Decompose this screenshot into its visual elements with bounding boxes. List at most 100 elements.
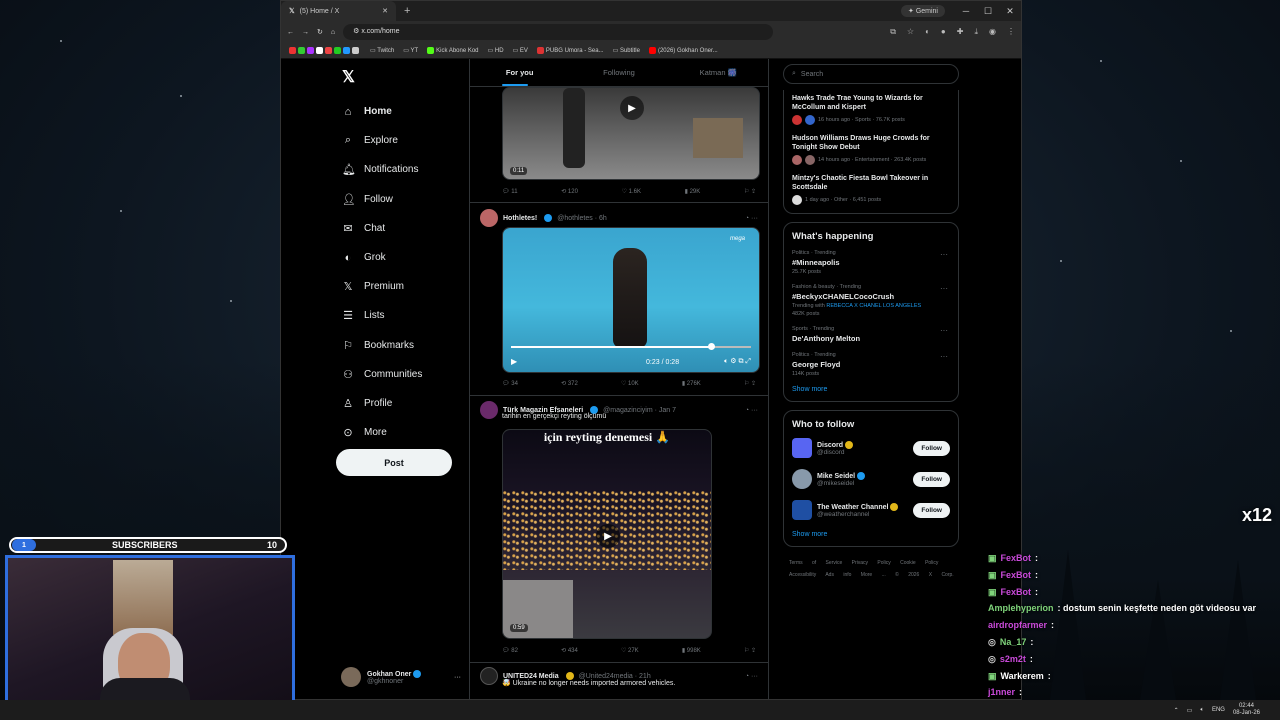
footer-links[interactable]: Terms of Service Privacy Policy Cookie P…	[783, 557, 959, 581]
reply-button[interactable]: 💬︎ 11	[502, 188, 518, 195]
bookmark-share-buttons[interactable]: ⚐ ⇪	[744, 380, 756, 387]
minimize-icon[interactable]: ─	[955, 6, 977, 16]
nav-item-premium[interactable]: 𝕏 Premium	[336, 272, 471, 301]
account-switcher[interactable]: Gokhan Oner @gkhnoner ···	[341, 667, 461, 687]
trend-item[interactable]: Fashion & beauty · Trending #BeckyxCHANE…	[792, 284, 950, 317]
follow-button[interactable]: Follow	[913, 471, 950, 487]
post-button[interactable]: Post	[336, 449, 452, 476]
like-button[interactable]: ♡ 27K	[621, 647, 639, 654]
extension-icon[interactable]: ◐	[925, 27, 930, 37]
nav-item-chat[interactable]: ✉ Chat	[336, 214, 471, 243]
bookmark-youtube[interactable]: (2026) Gokhan Oner...	[648, 46, 718, 54]
follow-button[interactable]: Follow	[913, 440, 950, 456]
more-dots-icon[interactable]: ···	[940, 326, 948, 335]
follow-button[interactable]: Follow	[913, 502, 950, 518]
play-icon[interactable]: ▶	[620, 96, 644, 120]
nav-item-home[interactable]: ⌂ Home	[336, 97, 471, 126]
nav-item-follow[interactable]: 👤︎ Follow	[336, 185, 471, 214]
video-scrubber[interactable]	[708, 343, 715, 350]
like-button[interactable]: ♡ 1.6K	[622, 188, 641, 195]
cast-icon[interactable]: ⧉	[890, 27, 896, 37]
follow-suggestion[interactable]: The Weather Channel @weatherchannel Follo…	[792, 500, 950, 520]
repost-button[interactable]: ⟲ 434	[561, 647, 578, 654]
avatar[interactable]	[480, 401, 498, 419]
views-button[interactable]: ▮ 998K	[682, 647, 701, 654]
follow-suggestion[interactable]: Mike Seidel @mikeseidel Follow	[792, 469, 950, 489]
nav-item-more[interactable]: ⊙ More	[336, 418, 471, 447]
repost-button[interactable]: ⟲ 372	[561, 380, 578, 387]
news-item[interactable]: Mintzy's Chaotic Fiesta Bowl Takeover in…	[792, 174, 950, 205]
search-input[interactable]: ⌕ Search	[783, 64, 959, 84]
grok-and-more-icons[interactable]: ◔ ···	[745, 407, 758, 414]
url-field[interactable]: ⚙ x.com/home	[343, 24, 774, 40]
more-dots-icon[interactable]: ···	[940, 284, 948, 293]
language-indicator[interactable]: ENG	[1212, 707, 1225, 713]
extensions-puzzle-icon[interactable]: ✚	[957, 27, 964, 37]
nav-item-notifications[interactable]: 🔔︎ Notifications	[336, 155, 471, 184]
reload-icon[interactable]: ↻	[317, 28, 323, 36]
views-button[interactable]: ▮ 276K	[682, 380, 701, 387]
nav-item-explore[interactable]: ⌕ Explore	[336, 126, 471, 155]
tray-chevron-icon[interactable]: ⌃	[1174, 707, 1179, 714]
trend-item[interactable]: Politics · Trending George Floyd 114K po…	[792, 352, 950, 377]
avatar[interactable]	[480, 667, 498, 685]
reply-button[interactable]: 💬︎ 34	[502, 380, 518, 387]
tweet-video[interactable]: için reyting denemesi 🙏 ▶ 0:59	[502, 429, 712, 639]
nav-item-bookmarks[interactable]: ⚐ Bookmarks	[336, 331, 471, 360]
bookmark-star-icon[interactable]: ☆	[907, 27, 914, 37]
reply-button[interactable]: 💬︎ 82	[502, 647, 518, 654]
nav-item-communities[interactable]: ⚇ Communities	[336, 360, 471, 389]
menu-kebab-icon[interactable]: ⋮	[1007, 27, 1015, 37]
bookmark-pubg[interactable]: PUBG Umora - Sea...	[536, 46, 604, 54]
grok-and-more-icons[interactable]: ◔ ···	[745, 673, 758, 680]
nav-item-profile[interactable]: ♙ Profile	[336, 389, 471, 418]
nav-item-grok[interactable]: ◐ Grok	[336, 243, 471, 272]
tab-following[interactable]: Following	[569, 59, 668, 86]
browser-tab[interactable]: 𝕏 (5) Home / X ✕	[281, 1, 396, 21]
new-tab-icon[interactable]: +	[404, 5, 410, 17]
maximize-icon[interactable]: ☐	[977, 6, 999, 17]
more-dots-icon[interactable]: ···	[940, 250, 948, 259]
grok-and-more-icons[interactable]: ◔ ···	[745, 215, 758, 222]
show-more-link[interactable]: Show more	[792, 386, 950, 393]
back-icon[interactable]: ←	[287, 29, 294, 36]
video-controls-icons[interactable]: 🔈︎ ⚙ ⧉ ⤢	[724, 357, 751, 366]
tweet-video[interactable]: ▶ 0:11	[502, 87, 760, 180]
x-logo-icon[interactable]: 𝕏	[342, 67, 471, 87]
follow-suggestion[interactable]: Discord @discord Follow	[792, 438, 950, 458]
repost-button[interactable]: ⟲ 120	[561, 188, 578, 195]
tab-katman[interactable]: Katman 🎆	[669, 59, 768, 86]
home-icon[interactable]: ⌂	[331, 29, 335, 36]
more-dots-icon[interactable]: ···	[940, 352, 948, 361]
bookmark-folder-yt[interactable]: ▭ YT	[403, 47, 418, 54]
play-icon[interactable]: ▶	[596, 524, 620, 548]
bookmark-kick[interactable]: Kick Abone Kod	[427, 46, 479, 54]
clock[interactable]: 02:44 08-Jan-26	[1233, 703, 1260, 717]
tweet-video[interactable]: mega ▶ 0:23 / 0:28 🔈︎ ⚙ ⧉ ⤢	[502, 227, 760, 373]
nav-item-lists[interactable]: ☰ Lists	[336, 301, 471, 330]
extension-icon[interactable]: ●	[941, 27, 946, 37]
news-item[interactable]: Hudson Williams Draws Huge Crowds for To…	[792, 134, 950, 165]
trend-item[interactable]: Politics · Trending #Minneapolis 25.7K p…	[792, 250, 950, 275]
close-window-icon[interactable]: ✕	[999, 6, 1021, 17]
bookmark-icon[interactable]	[289, 46, 361, 54]
like-button[interactable]: ♡ 10K	[621, 380, 639, 387]
news-item[interactable]: Hawks Trade Trae Young to Wizards for Mc…	[792, 94, 950, 125]
play-icon[interactable]: ▶	[511, 357, 517, 366]
tab-for-you[interactable]: For you	[470, 59, 569, 86]
bookmark-folder-subtitle[interactable]: ▭ Subtitle	[613, 47, 640, 54]
network-icon[interactable]: ▭	[1187, 707, 1193, 714]
trend-item[interactable]: Sports · Trending De'Anthony Melton ···	[792, 326, 950, 343]
tweet-author[interactable]: Hothletes!	[503, 215, 537, 222]
download-icon[interactable]: ⤓	[974, 27, 978, 37]
profile-avatar-icon[interactable]: ◉	[989, 27, 996, 37]
gemini-button[interactable]: ✦ Gemini	[901, 5, 945, 17]
views-button[interactable]: ▮ 29K	[685, 188, 701, 195]
forward-icon[interactable]: →	[302, 29, 309, 36]
bookmark-share-buttons[interactable]: ⚐ ⇪	[744, 647, 756, 654]
bookmark-folder-twitch[interactable]: ▭ Twitch	[370, 47, 394, 54]
trending-with-link[interactable]: REBECCA X CHANEL LOS ANGELES	[826, 303, 921, 309]
volume-icon[interactable]: 🔈︎	[1200, 707, 1204, 714]
avatar[interactable]	[480, 209, 498, 227]
show-more-link[interactable]: Show more	[792, 531, 950, 538]
